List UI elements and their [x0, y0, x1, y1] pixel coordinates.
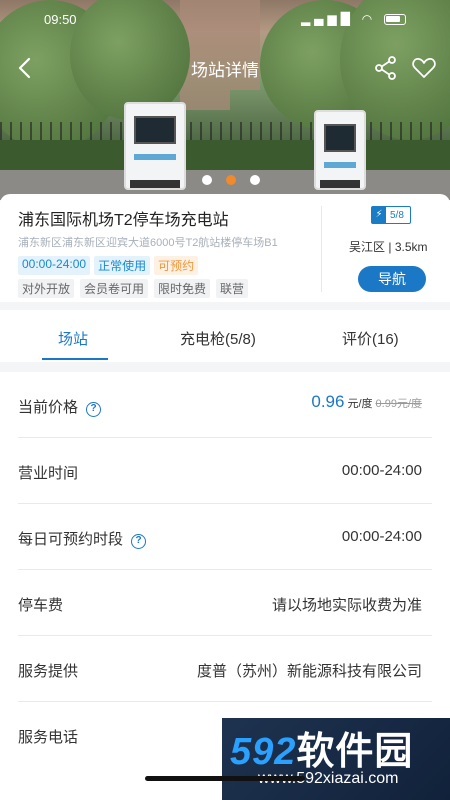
station-tags: 00:00-24:00 正常使用 可预约 — [18, 256, 199, 275]
status-time: 09:50 — [44, 12, 77, 27]
detail-value: 请以场地实际收费为准 — [271, 597, 422, 614]
detail-label: 停车费 — [18, 597, 64, 614]
help-icon[interactable]: ? — [131, 534, 147, 549]
navigate-button[interactable]: 导航 — [358, 266, 426, 292]
station-card: 浦东国际机场T2停车场充电站 浦东新区浦东新区迎宾大道6000号T2航站楼停车场… — [0, 194, 450, 302]
share-icon[interactable] — [372, 54, 400, 82]
reserve-tag: 可预约 — [154, 256, 199, 275]
detail-label: 服务电话 — [18, 729, 79, 746]
distance: 3.5km — [394, 240, 428, 254]
nav-bar: 场站详情 — [0, 50, 450, 86]
card-divider — [321, 206, 322, 292]
help-icon[interactable]: ? — [86, 402, 102, 417]
detail-row-price: 当前价格? 0.96 元/度 0.99元/度 — [18, 372, 432, 438]
hours-tag: 00:00-24:00 — [18, 256, 91, 275]
feature-tag: 联营 — [216, 279, 249, 298]
detail-label: 当前价格? — [18, 396, 102, 417]
price-unit: 元/度 — [347, 398, 373, 410]
favorite-heart-icon[interactable] — [410, 54, 438, 82]
carousel-dots — [195, 170, 267, 189]
station-distance: 吴江区 | 3.5km — [349, 238, 428, 255]
available-guns-badge: ⚡ 5/8 — [371, 206, 411, 224]
status-icons: ▂▄▆█ ◠ — [301, 12, 406, 26]
battery-icon — [384, 14, 406, 25]
status-tag: 正常使用 — [94, 256, 151, 275]
station-name: 浦东国际机场T2停车场充电站 — [18, 212, 229, 229]
wifi-icon: ◠ — [361, 12, 377, 26]
site-watermark: 592软件园 www.592xiazai.com — [222, 718, 450, 800]
detail-label: 营业时间 — [18, 465, 79, 482]
detail-row-hours: 营业时间 00:00-24:00 — [18, 438, 432, 504]
photo-charger — [124, 102, 186, 190]
detail-value: 度普（苏州）新能源科技有限公司 — [196, 663, 422, 680]
original-price: 0.99元/度 — [375, 398, 422, 410]
carousel-dot[interactable] — [202, 175, 212, 185]
active-tab-indicator — [42, 358, 108, 360]
feature-tag: 限时免费 — [154, 279, 211, 298]
detail-value: 00:00-24:00 — [341, 528, 422, 545]
price-value: 0.96 — [311, 392, 345, 411]
detail-label: 每日可预约时段? — [18, 528, 147, 549]
detail-label: 服务提供 — [18, 663, 79, 680]
charger-icon: ⚡ — [372, 207, 386, 223]
station-photo[interactable] — [0, 0, 450, 200]
detail-row-provider: 服务提供 度普（苏州）新能源科技有限公司 — [18, 636, 432, 702]
carousel-dot[interactable] — [250, 175, 260, 185]
tab-station[interactable]: 场站 — [58, 328, 88, 349]
detail-value: 00:00-24:00 — [341, 462, 422, 479]
status-bar: 09:50 ▂▄▆█ ◠ — [0, 10, 450, 30]
detail-row-parking: 停车费 请以场地实际收费为准 — [18, 570, 432, 636]
photo-hedge — [0, 140, 450, 170]
photo-charger — [314, 110, 366, 190]
tab-reviews[interactable]: 评价(16) — [342, 328, 399, 349]
carousel-dot-active[interactable] — [226, 175, 236, 185]
district: 吴江区 — [349, 240, 386, 254]
feature-tag: 对外开放 — [18, 279, 75, 298]
home-indicator[interactable] — [145, 776, 305, 781]
detail-value: 0.96 元/度 0.99元/度 — [311, 392, 422, 412]
signal-icon: ▂▄▆█ — [300, 12, 354, 26]
photo-fence — [0, 122, 450, 142]
guns-count: 5/8 — [390, 209, 404, 221]
tab-chargers[interactable]: 充电枪(5/8) — [180, 328, 256, 349]
watermark-logo: 592软件园 — [230, 731, 414, 773]
detail-tabs: 场站 充电枪(5/8) 评价(16) — [0, 310, 450, 362]
feature-tags: 对外开放 会员卷可用 限时免费 联营 — [18, 279, 249, 298]
detail-row-reservable: 每日可预约时段? 00:00-24:00 — [18, 504, 432, 570]
feature-tag: 会员卷可用 — [80, 279, 149, 298]
station-address: 浦东新区浦东新区迎宾大道6000号T2航站楼停车场B1 — [18, 237, 278, 249]
